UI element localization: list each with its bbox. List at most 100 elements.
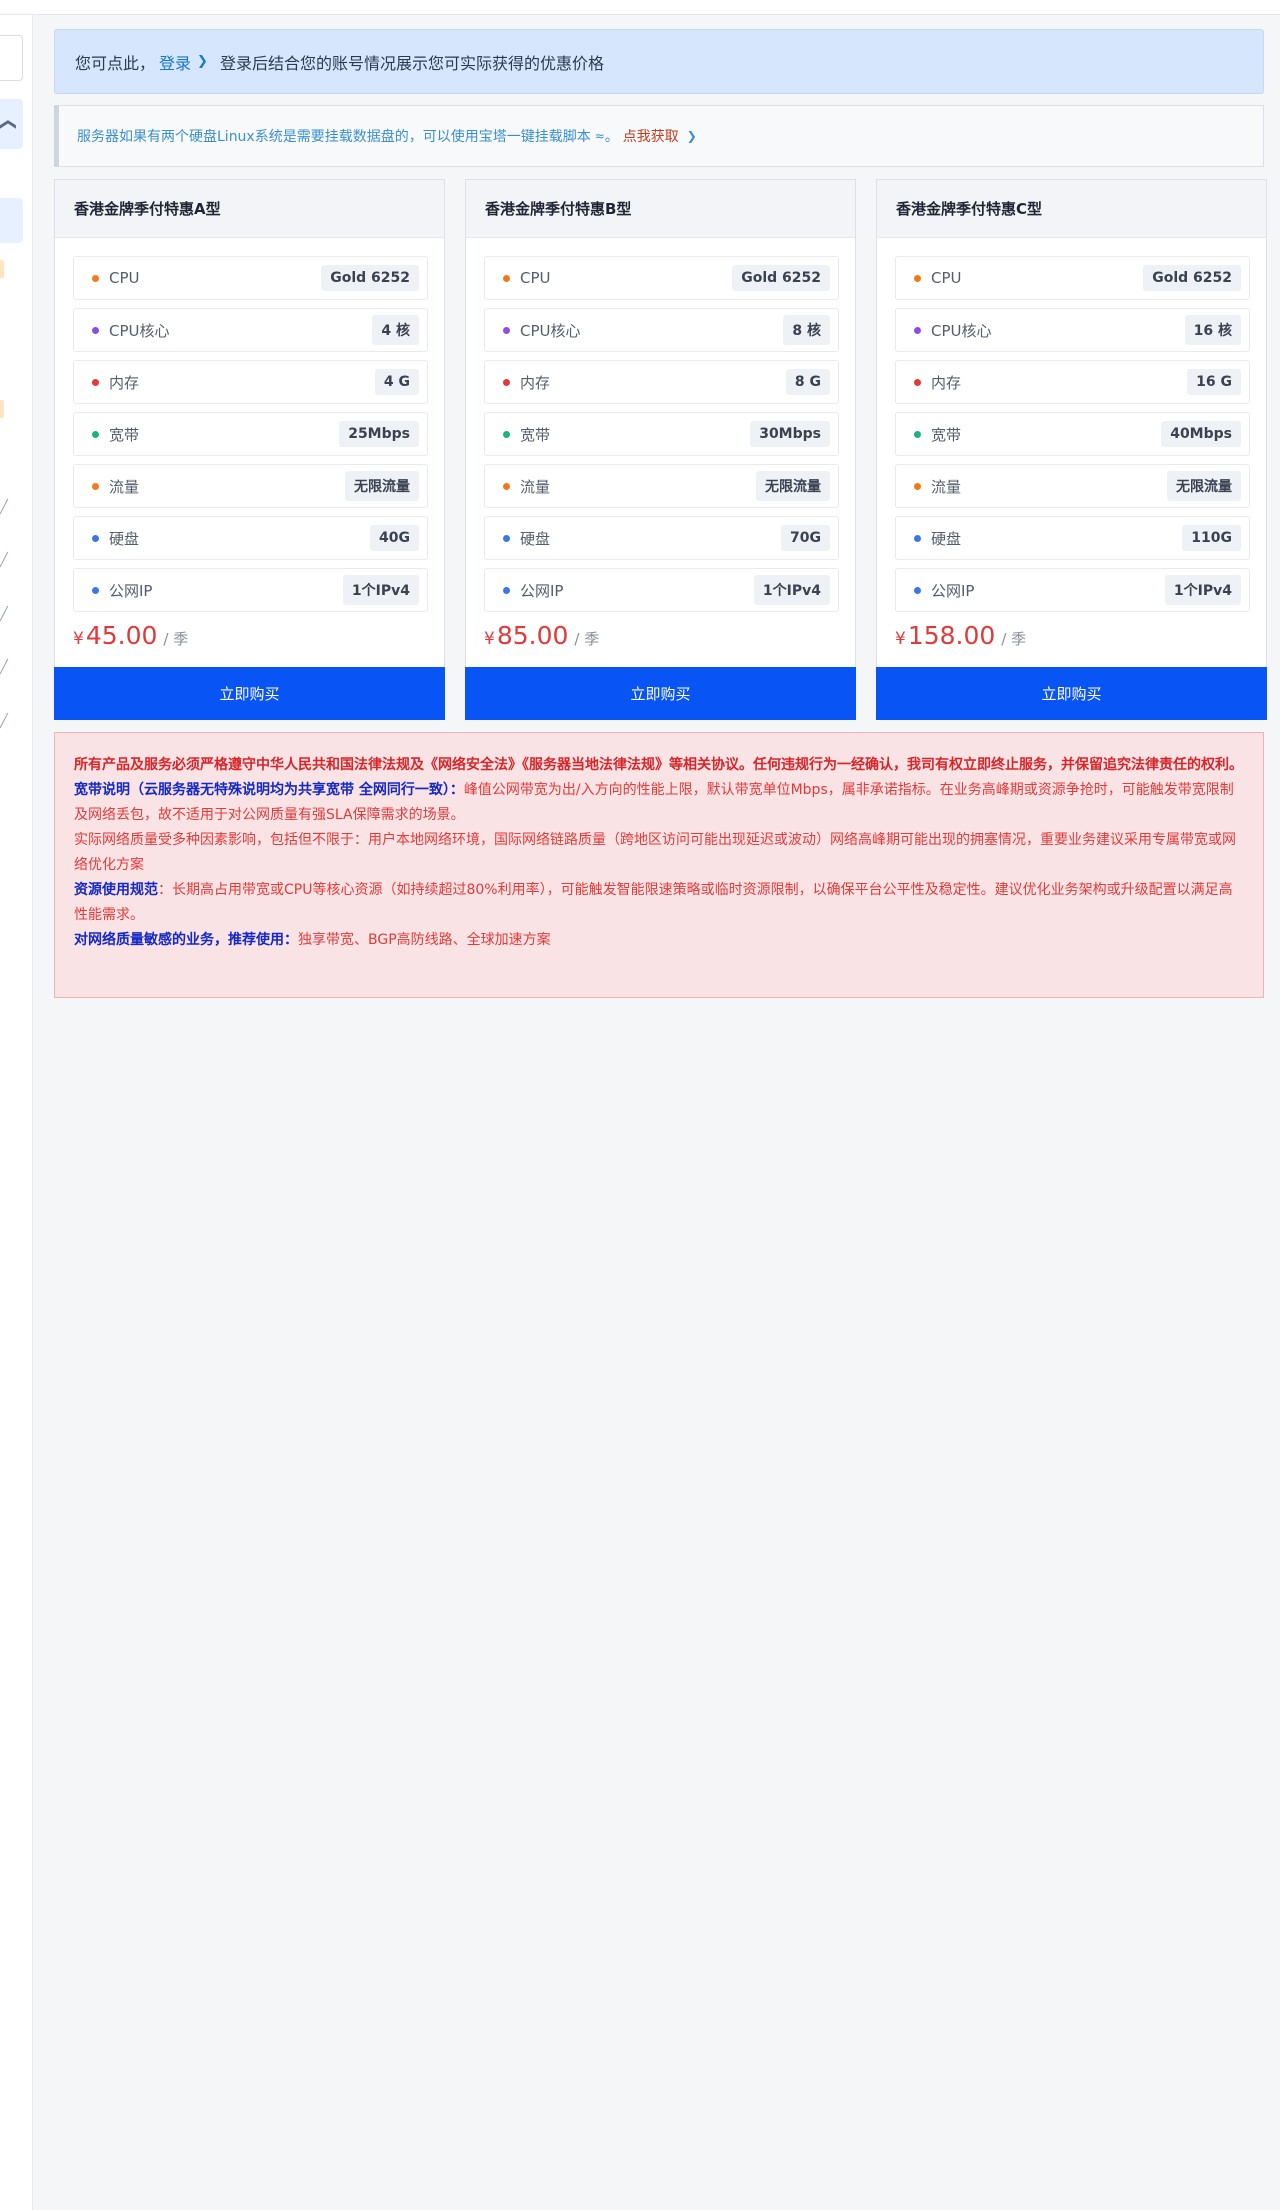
sidebar-item-selected[interactable] xyxy=(0,198,23,243)
spec-label-group: 宽带 xyxy=(914,424,961,445)
spec-label: 硬盘 xyxy=(109,529,140,548)
spec-label-group: CPU xyxy=(92,269,140,287)
spec-label: 流量 xyxy=(931,477,962,496)
bullet-dot-icon xyxy=(914,586,921,594)
spec-value: 30Mbps xyxy=(750,421,830,447)
spec-row: 内存 16 G xyxy=(895,360,1250,404)
spec-label-group: 公网IP xyxy=(92,580,152,601)
spec-label-group: 硬盘 xyxy=(914,528,961,549)
spec-row: 硬盘 40G xyxy=(73,516,428,560)
spec-list: CPU Gold 6252 CPU核心 8 核内存 8 G 宽带 30Mbps 流量 无限流量硬… xyxy=(484,256,839,620)
tip-wave-icon: ≈ xyxy=(594,129,605,143)
bullet-dot-icon xyxy=(914,482,921,490)
bullet-dot-icon xyxy=(92,378,99,386)
spec-label-group: CPU核心 xyxy=(914,320,992,341)
spec-value: 8 核 xyxy=(783,315,830,345)
price-unit: / 季 xyxy=(1001,630,1027,648)
spec-label: 流量 xyxy=(520,477,551,496)
bullet-dot-icon xyxy=(914,534,921,542)
spec-row: 公网IP 1个IPv4 xyxy=(895,568,1250,612)
spec-value: 1个IPv4 xyxy=(1164,575,1241,605)
spec-row: 宽带 25Mbps xyxy=(73,412,428,456)
bullet-dot-icon xyxy=(92,482,99,490)
sidebar-chevron-icon[interactable]: ╱ xyxy=(0,660,8,675)
bullet-dot-icon xyxy=(503,378,510,386)
spec-value: 8 G xyxy=(785,369,830,395)
spec-value: 40G xyxy=(370,525,419,551)
price: ¥45.00 / 季 xyxy=(73,621,188,650)
sidebar-chevron-icon[interactable]: ╱ xyxy=(0,553,8,568)
spec-label: 内存 xyxy=(931,373,962,392)
bullet-dot-icon xyxy=(92,430,99,438)
spec-value: 4 G xyxy=(374,369,419,395)
spec-label-group: 宽带 xyxy=(92,424,139,445)
sidebar-badge xyxy=(0,400,4,418)
spec-label: CPU核心 xyxy=(520,321,581,340)
bullet-dot-icon xyxy=(92,586,99,594)
spec-label: CPU xyxy=(109,269,140,287)
spec-label-group: 内存 xyxy=(503,372,550,393)
spec-label-group: 公网IP xyxy=(503,580,563,601)
spec-label: 宽带 xyxy=(520,425,551,444)
get-script-link[interactable]: 点我获取 xyxy=(623,126,679,146)
spec-label: 内存 xyxy=(520,373,551,392)
recommend-notice: 对网络质量敏感的业务，推荐使用：独享带宽、BGP高防线路、全球加速方案 xyxy=(74,928,1244,953)
spec-value: 无限流量 xyxy=(1167,471,1241,501)
buy-now-button[interactable]: 立即购买 xyxy=(54,667,445,720)
bandwidth-title: 宽带说明（云服务器无特殊说明均为共享宽带 全网同行一致）： xyxy=(74,782,464,798)
spec-label-group: 硬盘 xyxy=(92,528,139,549)
mount-script-tip: 服务器如果有两个硬盘Linux系统是需要挂载数据盘的，可以使用宝塔一键挂载脚本 … xyxy=(54,105,1264,167)
spec-label: 宽带 xyxy=(931,425,962,444)
spec-value: 无限流量 xyxy=(756,471,830,501)
spec-label-group: 流量 xyxy=(92,476,139,497)
price: ¥158.00 / 季 xyxy=(895,621,1026,650)
bandwidth-notice: 宽带说明（云服务器无特殊说明均为共享宽带 全网同行一致）：峰值公网带宽为出/入方… xyxy=(74,778,1244,828)
buy-now-button[interactable]: 立即购买 xyxy=(876,667,1267,720)
spec-label: CPU核心 xyxy=(931,321,992,340)
spec-label-group: CPU xyxy=(503,269,551,287)
spec-label: 硬盘 xyxy=(520,529,551,548)
resource-text: ：长期高占用带宽或CPU等核心资源（如持续超过80%利用率），可能触发智能限速策… xyxy=(74,882,1233,923)
spec-label-group: CPU核心 xyxy=(92,320,170,341)
bullet-dot-icon xyxy=(92,274,99,282)
spec-row: 内存 8 G xyxy=(484,360,839,404)
spec-row: 公网IP 1个IPv4 xyxy=(73,568,428,612)
spec-label-group: 宽带 xyxy=(503,424,550,445)
tip-text: 服务器如果有两个硬盘Linux系统是需要挂载数据盘的，可以使用宝塔一键挂载脚本 xyxy=(77,129,591,145)
chevron-icon[interactable]: ❯ xyxy=(0,118,16,131)
price-currency: ¥ xyxy=(895,629,906,649)
tip-end: 。 xyxy=(604,129,619,145)
spec-label: CPU核心 xyxy=(109,321,170,340)
recommend-text: 独享带宽、BGP高防线路、全球加速方案 xyxy=(298,932,551,948)
spec-label: 流量 xyxy=(109,477,140,496)
spec-list: CPU Gold 6252 CPU核心 16 核内存 16 G 宽带 40Mbps 流量 无限流… xyxy=(895,256,1250,620)
bullet-dot-icon xyxy=(503,534,510,542)
chevron-right-icon: ❯ xyxy=(686,129,697,143)
bullet-dot-icon xyxy=(92,326,99,334)
spec-value: 40Mbps xyxy=(1161,421,1241,447)
spec-label-group: 流量 xyxy=(914,476,961,497)
spec-label-group: 流量 xyxy=(503,476,550,497)
price-amount: 45.00 xyxy=(85,621,158,650)
spec-label-group: 硬盘 xyxy=(503,528,550,549)
spec-label: 公网IP xyxy=(931,581,975,600)
spec-label: 公网IP xyxy=(109,581,153,600)
spec-row: CPU核心 16 核 xyxy=(895,308,1250,352)
spec-label: 内存 xyxy=(109,373,140,392)
quality-notice: 实际网络质量受多种因素影响，包括但不限于：用户本地网络环境，国际网络链路质量（跨… xyxy=(74,832,1236,873)
legal-notice: 所有产品及服务必须严格遵守中华人民共和国法律法规及《网络安全法》《服务器当地法律… xyxy=(54,732,1264,998)
sidebar-chevron-icon[interactable]: ╱ xyxy=(0,607,8,622)
login-link[interactable]: 登录 xyxy=(159,50,191,74)
spec-row: CPU Gold 6252 xyxy=(484,256,839,300)
sidebar-chevron-icon[interactable]: ╱ xyxy=(0,714,8,729)
bullet-dot-icon xyxy=(503,482,510,490)
sidebar-search-input[interactable] xyxy=(0,35,23,81)
bullet-dot-icon xyxy=(914,326,921,334)
spec-label: 硬盘 xyxy=(931,529,962,548)
sidebar-chevron-icon[interactable]: ╱ xyxy=(0,500,8,515)
buy-now-button[interactable]: 立即购买 xyxy=(465,667,856,720)
price-amount: 85.00 xyxy=(496,621,569,650)
spec-value: Gold 6252 xyxy=(321,265,419,291)
spec-row: 宽带 30Mbps xyxy=(484,412,839,456)
spec-value: Gold 6252 xyxy=(1143,265,1241,291)
